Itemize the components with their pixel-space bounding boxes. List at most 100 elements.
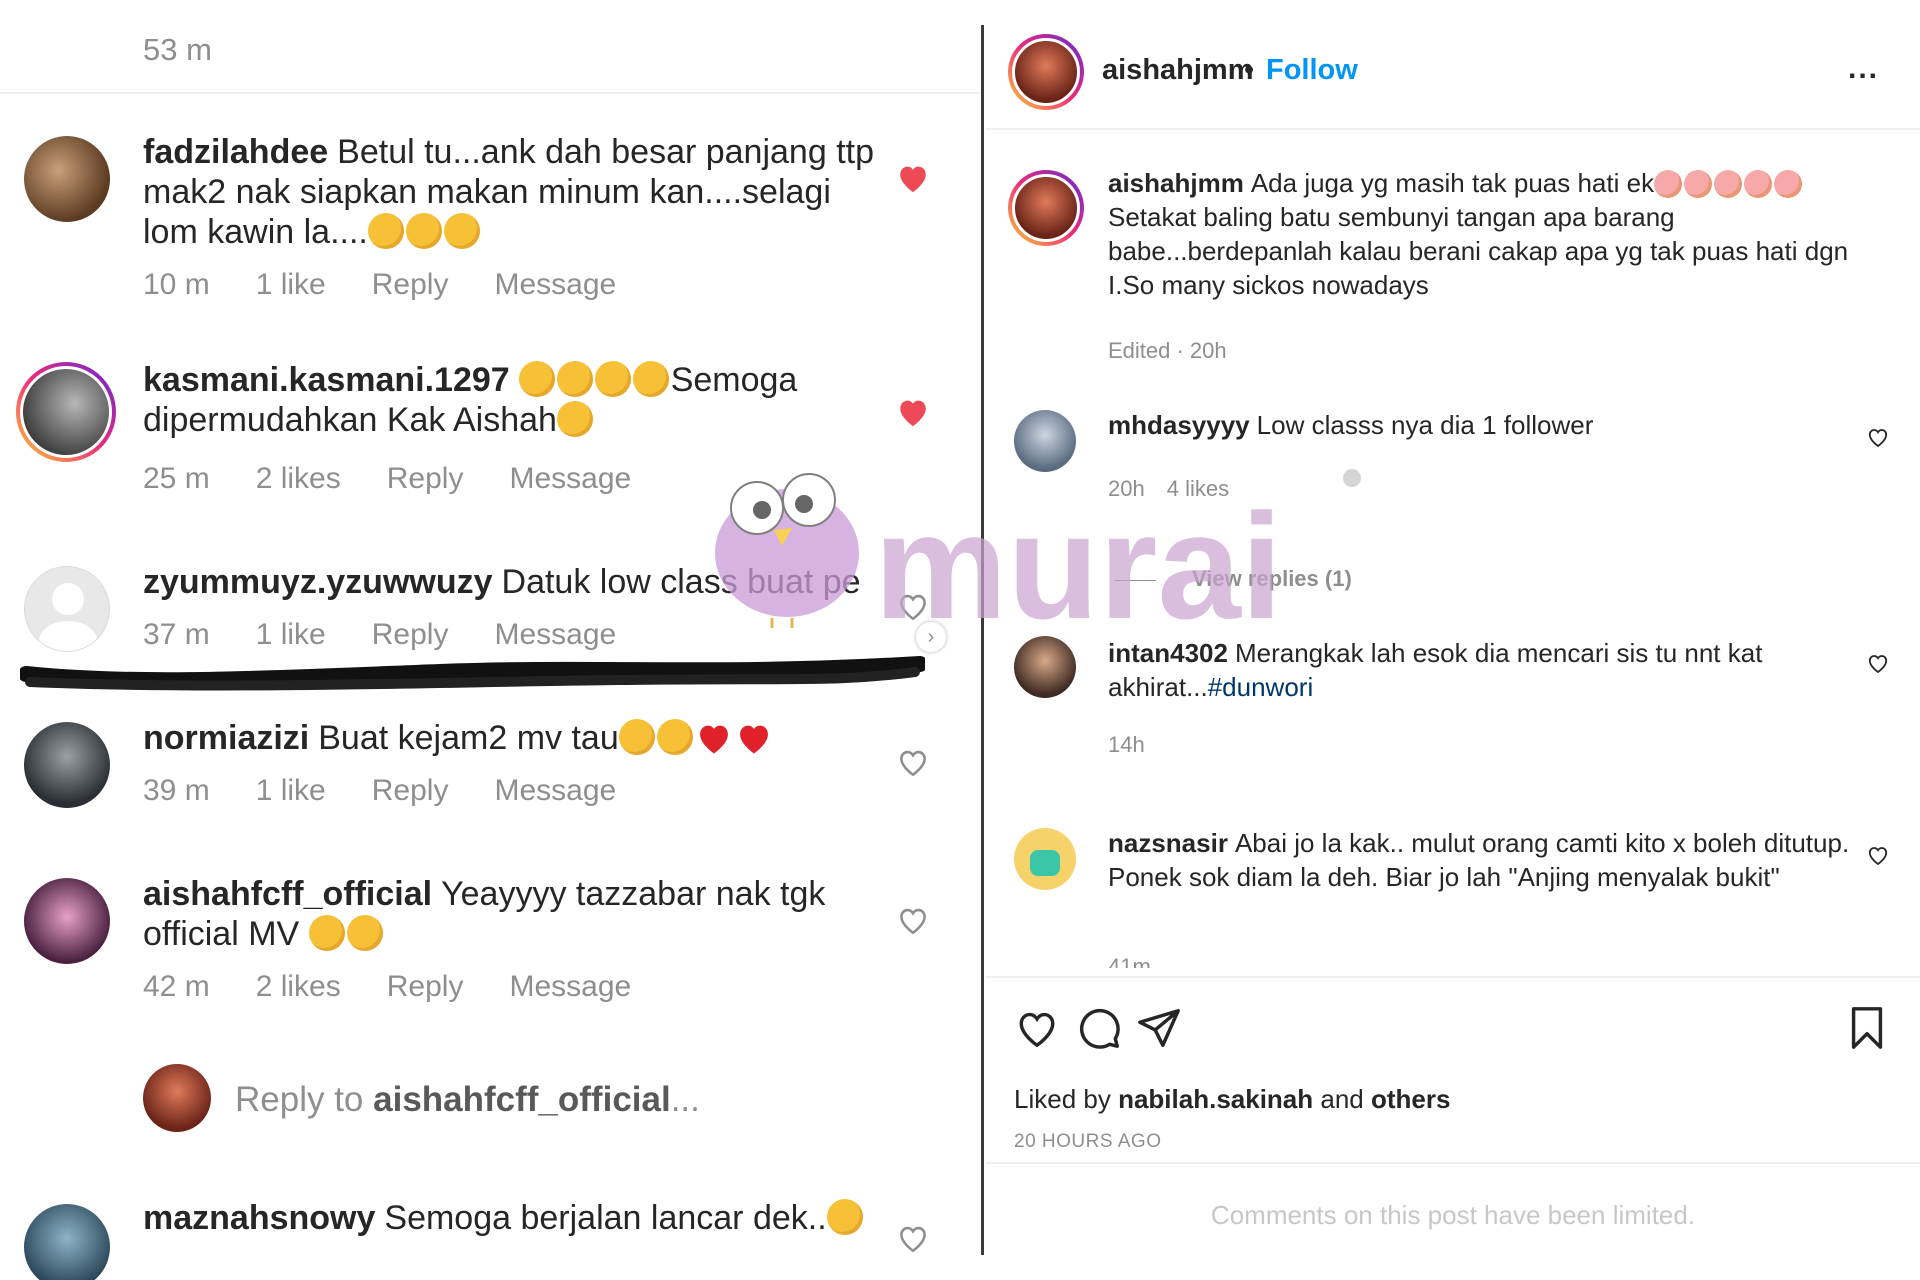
default-avatar[interactable] [24,566,110,652]
divider [0,92,980,94]
comment-username[interactable]: aishahfcff_official [143,875,432,913]
hugging-hearts-emoji [1684,170,1713,198]
reply-button[interactable]: Reply [387,462,464,496]
hashtag-link[interactable]: #dunwori [1208,672,1314,702]
heart-outline-icon[interactable] [1866,652,1890,674]
comment-meta: 42 m 2 likes Reply Message [143,970,677,1004]
heart-eyes-emoji [308,915,345,951]
comment-text: normiazizi Buat kejam2 mv tau [143,718,883,758]
comment-username[interactable]: mhdasyyyy [1108,410,1250,440]
comments-limited-notice: Comments on this post have been limited. [1210,1200,1696,1230]
comment-likes[interactable]: 2 likes [256,462,341,496]
heart-outline-icon[interactable] [1866,426,1890,448]
poster-avatar[interactable] [1008,34,1084,110]
like-heart-icon[interactable] [1014,1005,1060,1051]
comment-text: kasmani.kasmani.1297 Semoga dipermudahkan… [143,360,883,440]
liked-by-user[interactable]: nabilah.sakinah [1118,1084,1313,1114]
rofl-emoji [632,361,669,397]
comment-username[interactable]: kasmani.kasmani.1297 [143,361,510,399]
comment-time: 37 m [143,618,210,651]
caption-username[interactable]: aishahjmm [1108,168,1244,198]
comment-time: 25 m [143,462,210,495]
comment-username[interactable]: normiazizi [143,719,309,757]
liked-by-others[interactable]: others [1371,1084,1450,1114]
heart-outline-icon[interactable] [1866,844,1890,866]
heart-eyes-emoji [346,915,383,951]
caption-text: aishahjmm Ada juga yg masih tak puas hati… [1108,166,1888,302]
comment-meta: 25 m 2 likes Reply Message [143,462,677,496]
liked-heart-icon[interactable] [896,396,930,428]
heart-outline-icon[interactable] [896,904,930,936]
comment-likes[interactable]: 1 like [256,618,326,652]
bookmark-icon[interactable] [1844,1005,1890,1051]
comment-likes[interactable]: 2 likes [256,970,341,1004]
avatar[interactable] [1014,636,1076,698]
hugging-hearts-emoji [1654,170,1683,198]
hugging-hearts-emoji [1774,170,1803,198]
comment-body: Low classs nya dia 1 follower [1256,410,1594,440]
comment-text: intan4302 Merangkak lah esok dia mencari … [1108,636,1888,704]
comment-text: zyummuyz.yzuwwuzy Datuk low class buat pe [143,562,883,602]
separator-dot: • [1244,54,1255,86]
avatar[interactable] [1014,410,1076,472]
avatar[interactable] [24,1204,110,1280]
liked-heart-icon[interactable] [896,162,930,194]
caption-body-continued: Setakat baling batu sembunyi tangan apa … [1108,202,1849,300]
reply-button[interactable]: Reply [372,618,449,652]
comment-time: 10 m [143,268,210,301]
message-button[interactable]: Message [494,618,616,652]
comment-text: aishahfcff_official Yeayyyy tazzabar nak … [143,874,883,954]
avatar[interactable] [24,878,110,964]
comment-username[interactable]: fadzilahdee [143,133,328,171]
comment-username[interactable]: maznahsnowy [143,1199,375,1237]
grinning-sweat-emoji [405,213,442,249]
avatar[interactable] [1014,828,1076,890]
avatar[interactable] [24,136,110,222]
view-replies-button[interactable]: View replies (1) [1114,566,1352,592]
comment-username[interactable]: nazsnasir [1108,828,1228,858]
comment-bubble-icon[interactable] [1076,1005,1122,1051]
comment-meta: 37 m 1 like Reply Message [143,618,662,652]
reply-button[interactable]: Reply [372,774,449,808]
follow-button[interactable]: Follow [1266,54,1358,87]
grinning-sweat-emoji [594,361,631,397]
comment-username[interactable]: zyummuyz.yzuwwuzy [143,563,493,601]
comment-likes[interactable]: 4 likes [1167,476,1229,501]
avatar[interactable] [16,362,116,462]
share-paper-plane-icon[interactable] [1136,1005,1182,1051]
grinning-sweat-emoji [367,213,404,249]
poster-username[interactable]: aishahjmm [1102,54,1254,87]
comment-text: nazsnasir Abai jo la kak.. mulut orang ca… [1108,826,1888,894]
comment-likes[interactable]: 1 like [256,774,326,808]
comment-text: mhdasyyyy Low classs nya dia 1 follower [1108,408,1888,442]
avatar[interactable] [24,722,110,808]
reply-input[interactable]: Reply to aishahfcff_official... [143,1064,943,1140]
heart-outline-icon[interactable] [896,590,930,622]
red-heart-emoji [699,725,728,754]
caption-body: Ada juga yg masih tak puas hati ek [1250,168,1655,198]
message-button[interactable]: Message [494,268,616,302]
reply-button[interactable]: Reply [387,970,464,1004]
grinning-sweat-emoji [656,719,693,755]
post-actions [1014,1005,1894,1053]
comment-time: 41m [1108,954,1151,968]
comment-username[interactable]: intan4302 [1108,638,1228,668]
message-button[interactable]: Message [509,970,631,1004]
comment-likes[interactable]: 1 like [256,268,326,302]
more-options-icon[interactable]: ... [1848,52,1879,86]
comment-meta: 10 m 1 like Reply Message [143,268,662,302]
comment-text: fadzilahdee Betul tu...ank dah besar panj… [143,132,883,252]
heart-outline-icon[interactable] [896,1222,930,1254]
poster-avatar[interactable] [1008,170,1084,246]
thumbs-up-emoji [826,1199,863,1235]
comment-body: Buat kejam2 mv tau [318,719,619,757]
message-button[interactable]: Message [494,774,616,808]
grinning-sweat-emoji [556,401,593,437]
red-heart-emoji [739,725,768,754]
chevron-right-icon[interactable]: › [916,622,946,652]
divider [986,128,1920,130]
reply-button[interactable]: Reply [372,268,449,302]
heart-outline-icon[interactable] [896,746,930,778]
left-comments-panel: 53 m fadzilahdee Betul tu...ank dah besar… [0,0,980,1280]
message-button[interactable]: Message [509,462,631,496]
